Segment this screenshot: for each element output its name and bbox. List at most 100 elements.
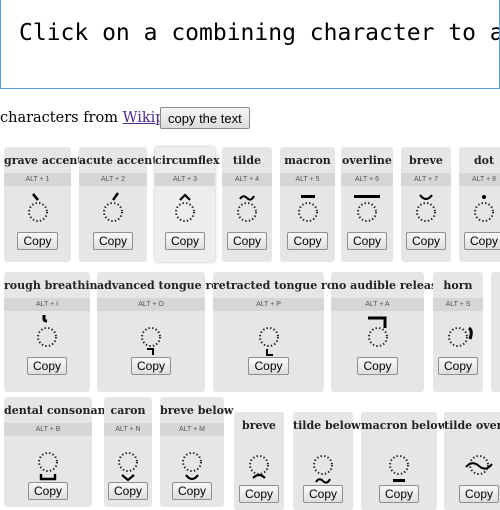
card-title: horn bbox=[443, 279, 473, 292]
overline-icon bbox=[341, 186, 393, 230]
copy-button[interactable]: Copy bbox=[26, 357, 67, 375]
tilde-overlay-icon bbox=[444, 439, 500, 483]
card-shortcut: ALT + A bbox=[331, 298, 424, 311]
character-card[interactable]: macron ALT + 5 Copy bbox=[280, 147, 335, 262]
card-shortcut: ALT + 2 bbox=[79, 173, 147, 186]
macron-below-icon bbox=[361, 439, 437, 483]
copy-button[interactable]: Copy bbox=[107, 482, 148, 500]
card-title: dot bbox=[473, 154, 495, 167]
character-card[interactable]: advanced tongue root ALT + O Copy bbox=[97, 272, 232, 392]
card-shortcut: ALT + 4 bbox=[222, 173, 272, 186]
character-card[interactable]: caron ALT + N Copy bbox=[104, 397, 152, 507]
card-title: rough breathing bbox=[4, 279, 106, 292]
editor-text[interactable]: Click on a combining character to add it… bbox=[19, 20, 499, 46]
card-shortcut: ALT + M bbox=[160, 423, 224, 436]
copy-button[interactable]: Copy bbox=[357, 357, 398, 375]
copy-button[interactable]: Copy bbox=[463, 232, 500, 250]
card-shortcut: ALT + 8 bbox=[459, 173, 500, 186]
card-shortcut: ALT + S bbox=[433, 298, 483, 311]
copy-button[interactable]: Copy bbox=[248, 357, 289, 375]
character-card[interactable]: retracted tongue root ALT + P Copy bbox=[213, 272, 347, 392]
copy-button[interactable]: Copy bbox=[226, 232, 267, 250]
copy-button[interactable]: Copy bbox=[27, 482, 68, 500]
character-card[interactable]: breve ALT + 7 Copy bbox=[401, 147, 451, 262]
breve-icon bbox=[234, 439, 284, 483]
retracted-tongue-root-icon bbox=[213, 311, 324, 356]
copy-button[interactable]: Copy bbox=[378, 485, 419, 503]
tilde-icon bbox=[222, 186, 272, 230]
no-audible-release-icon bbox=[331, 311, 424, 355]
character-card[interactable]: macron below Copy bbox=[361, 412, 448, 510]
copy-button[interactable]: Copy bbox=[171, 482, 212, 500]
copy-button[interactable]: Copy bbox=[458, 485, 499, 503]
copy-button[interactable]: Copy bbox=[405, 232, 446, 250]
character-card[interactable]: tilde ALT + 4 Copy bbox=[222, 147, 272, 262]
rough-breathing-icon bbox=[4, 311, 90, 355]
circumflex-icon bbox=[155, 186, 215, 230]
card-shortcut: ALT + 5 bbox=[280, 173, 335, 186]
card-shortcut: ALT + P bbox=[213, 298, 324, 311]
copy-button[interactable]: Copy bbox=[238, 485, 279, 503]
card-shortcut: ALT + 6 bbox=[341, 173, 393, 186]
card-title: advanced tongue root bbox=[97, 279, 232, 292]
caron-icon bbox=[104, 436, 152, 482]
character-card[interactable]: dental consonant ALT + B Copy bbox=[4, 397, 111, 507]
copy-button[interactable]: Copy bbox=[92, 232, 133, 250]
copy-button[interactable]: Copy bbox=[302, 485, 343, 503]
copy-button[interactable]: Copy bbox=[346, 232, 387, 250]
card-shortcut: ALT + B bbox=[4, 423, 92, 436]
copy-button[interactable]: Copy bbox=[437, 357, 478, 375]
copy-text-button[interactable]: copy the text bbox=[160, 107, 250, 129]
macron-icon bbox=[280, 186, 335, 230]
acute-accent-icon bbox=[79, 186, 147, 230]
horn-icon bbox=[433, 311, 483, 355]
advanced-tongue-root-icon bbox=[97, 311, 205, 355]
card-shortcut: ALT + O bbox=[97, 298, 205, 311]
card-title: tilde overlay bbox=[444, 419, 500, 432]
editor-content: Click on a combining character to add it… bbox=[19, 20, 499, 46]
card-title: breve bbox=[409, 154, 443, 167]
card-title: acute accent bbox=[79, 154, 158, 167]
character-card[interactable]: tilde overlay Copy bbox=[444, 412, 500, 510]
copy-button[interactable]: Copy bbox=[287, 232, 328, 250]
card-title: circumflex bbox=[155, 154, 220, 167]
card-shortcut: ALT + 7 bbox=[401, 173, 451, 186]
copy-button[interactable]: Copy bbox=[164, 232, 205, 250]
breve-below-icon bbox=[160, 436, 224, 481]
tilde-below-icon bbox=[293, 439, 353, 484]
card-title: dental consonant bbox=[4, 404, 111, 417]
text-editor[interactable]: Click on a combining character to add it… bbox=[0, 0, 500, 89]
character-card[interactable]: no audible release ALT + A Copy bbox=[331, 272, 445, 392]
copy-button[interactable]: Copy bbox=[130, 357, 171, 375]
character-card[interactable]: overline ALT + 6 Copy bbox=[341, 147, 393, 262]
character-card[interactable]: horn ALT + S Copy bbox=[433, 272, 483, 392]
card-title: overline bbox=[342, 154, 392, 167]
character-card[interactable]: acute accent ALT + 2 Copy bbox=[79, 147, 158, 262]
dental-consonant-icon bbox=[4, 436, 92, 481]
card-title: tilde below bbox=[293, 419, 361, 432]
card-title: breve bbox=[242, 419, 276, 432]
character-card[interactable]: grave accent ALT + 1 Copy bbox=[4, 147, 82, 262]
card-shortcut: ALT + I bbox=[4, 298, 90, 311]
character-card[interactable]: breve below ALT + M Copy bbox=[160, 397, 234, 507]
card-title: retracted tongue root bbox=[213, 279, 347, 292]
card-title: macron bbox=[284, 154, 331, 167]
card-title: macron below bbox=[361, 419, 448, 432]
character-card[interactable]: dot ALT + 8 Copy bbox=[459, 147, 500, 262]
character-card[interactable]: breve Copy bbox=[234, 412, 284, 510]
character-card[interactable]: rough breathing ALT + I Copy bbox=[4, 272, 106, 392]
character-card[interactable]: tilde below Copy bbox=[293, 412, 361, 510]
character-card[interactable] bbox=[491, 272, 500, 392]
card-shortcut: ALT + 1 bbox=[4, 173, 71, 186]
character-card[interactable]: circumflex ALT + 3 Copy bbox=[155, 147, 220, 262]
card-title: no audible release bbox=[331, 279, 445, 292]
copy-button[interactable]: Copy bbox=[17, 232, 58, 250]
card-shortcut: ALT + N bbox=[104, 423, 152, 436]
breve-icon bbox=[401, 186, 451, 230]
card-title: tilde bbox=[232, 154, 262, 167]
grave-accent-icon bbox=[4, 186, 71, 230]
card-title: breve below bbox=[160, 404, 234, 417]
dot-above-icon bbox=[459, 186, 500, 230]
credit-prefix: characters from bbox=[0, 110, 123, 126]
card-title: caron bbox=[110, 404, 146, 417]
